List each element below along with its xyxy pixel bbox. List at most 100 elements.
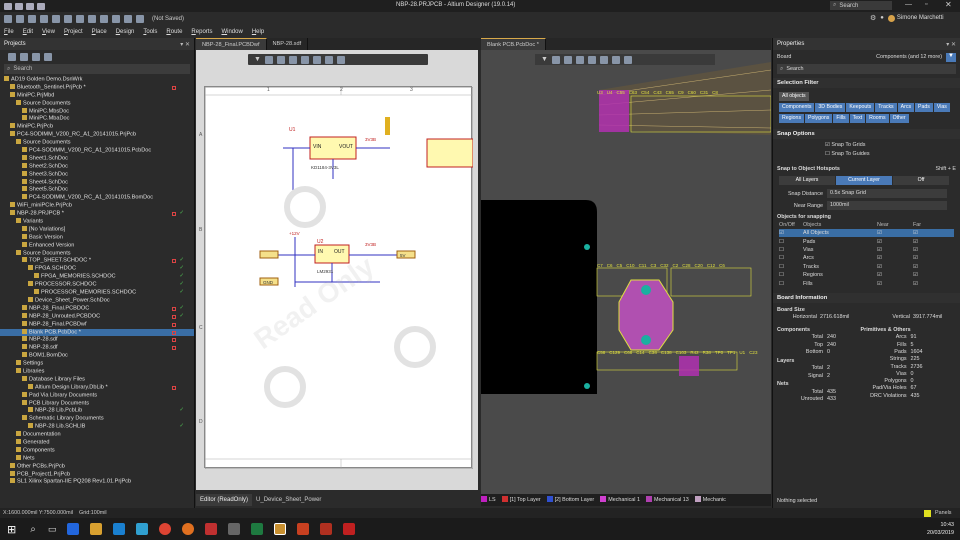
tree-item[interactable]: Schematic Library Documents	[0, 415, 194, 423]
tree-item[interactable]: MiniPC.PrjMbd	[0, 91, 194, 100]
near-checkbox[interactable]: ☑	[877, 281, 913, 287]
cut-icon[interactable]	[64, 14, 72, 23]
object-row[interactable]: ☐ Vias ☑ ☑	[779, 246, 954, 254]
tab-blank-pcb[interactable]: Blank PCB.PcbDoc *	[481, 38, 546, 50]
layer-tab[interactable]: Mechanic	[694, 494, 726, 506]
maximize-button[interactable]: ▫	[925, 1, 927, 8]
tree-item[interactable]: Nets	[0, 454, 194, 463]
sheet-doc-tab[interactable]: U_Device_Sheet_Power	[252, 497, 325, 503]
filter-icon[interactable]: ▼	[254, 56, 261, 63]
tree-item[interactable]: Source Documents	[0, 99, 194, 108]
filter-fills-button[interactable]: Fills	[833, 114, 849, 123]
menu-edit[interactable]: Edit	[23, 29, 33, 35]
tree-item[interactable]: Bluetooth_Sentinel.PrjPcb *	[0, 83, 194, 92]
firefox-icon[interactable]	[182, 523, 195, 535]
filter-vias-button[interactable]: Vias	[933, 103, 950, 112]
tree-item[interactable]: BOM1.BomDoc	[0, 352, 194, 360]
menu-tools[interactable]: Tools	[143, 29, 157, 35]
skype-icon[interactable]	[136, 523, 149, 535]
open-icon[interactable]	[26, 2, 34, 10]
save-icon[interactable]	[28, 14, 36, 23]
snap-options-section[interactable]: Snap Options	[773, 129, 960, 139]
filter-icon[interactable]: ▼	[946, 52, 956, 62]
select-icon[interactable]	[563, 55, 572, 64]
tree-item[interactable]: PCB_Project1.PrjPcb	[0, 470, 194, 479]
tree-item[interactable]: PC4-SODIMM_V200_RC_A1_20141015.BomDoc	[0, 194, 194, 202]
bell-icon[interactable]: ●	[880, 15, 884, 21]
tree-item[interactable]: Database Library Files	[0, 375, 194, 384]
filter-rooms-button[interactable]: Rooms	[866, 114, 889, 123]
tree-item[interactable]: NBP-28 Lib.SCHLIB ✓	[0, 423, 194, 431]
title-search[interactable]: ⌕ Search	[830, 1, 892, 10]
layer-tab[interactable]: [1] Top Layer	[501, 494, 541, 506]
search-icon[interactable]: ⌕	[30, 524, 36, 535]
tree-item[interactable]: Sheet1.SchDoc	[0, 154, 194, 163]
redo-icon[interactable]	[136, 14, 144, 23]
tree-item[interactable]: PROCESSOR.SCHDOC ✓	[0, 281, 194, 289]
settings-icon[interactable]	[44, 53, 52, 61]
move-icon[interactable]	[264, 55, 273, 64]
layer-tab[interactable]: Mechanical 13	[646, 494, 689, 506]
tree-item[interactable]: PC4-SODIMM_V200_RC_A1_20141015.PcbDoc	[0, 147, 194, 155]
far-checkbox[interactable]: ☑	[913, 247, 918, 253]
clock[interactable]: 10:43 20/03/2019	[920, 521, 954, 537]
paste-icon[interactable]	[88, 14, 96, 23]
object-row[interactable]: ☑ All Objects ☑ ☑	[779, 229, 954, 238]
near-checkbox[interactable]: ☑	[877, 255, 913, 261]
new-icon[interactable]	[4, 14, 12, 23]
save-all-icon[interactable]	[15, 2, 23, 10]
tree-item[interactable]: Pad Via Library Documents	[0, 391, 194, 400]
filter-tracks-button[interactable]: Tracks	[875, 103, 897, 112]
tree-item[interactable]: NBP-28_Unrouted.PCBDOC ✓	[0, 312, 194, 321]
workspace-icon[interactable]	[8, 53, 16, 61]
tree-item[interactable]: FPGA.SCHDOC ✓	[0, 265, 194, 273]
tree-item[interactable]: Source Documents	[0, 139, 194, 147]
all-objects-button[interactable]: All objects	[779, 92, 809, 101]
filter-polygons-button[interactable]: Polygons	[805, 114, 833, 123]
snap-distance-select[interactable]: 0.5x Snap Grid	[827, 189, 947, 198]
near-checkbox[interactable]: ☑	[877, 247, 913, 253]
print-icon[interactable]	[40, 14, 48, 23]
compile-icon[interactable]	[32, 53, 40, 61]
selection-filter-section[interactable]: Selection Filter	[773, 78, 960, 88]
select-icon[interactable]	[100, 14, 108, 23]
port-icon[interactable]	[324, 55, 333, 64]
tree-item[interactable]: Other PCBs.PrjPcb	[0, 462, 194, 471]
menu-project[interactable]: Project	[64, 29, 83, 35]
via-icon[interactable]	[587, 55, 596, 64]
tree-item[interactable]: Generated	[0, 438, 194, 447]
windows-start-icon[interactable]: ⊞	[7, 523, 16, 536]
route-icon[interactable]	[551, 55, 560, 64]
hotspot-off-tab[interactable]: Off	[893, 176, 949, 185]
folder-icon[interactable]	[90, 523, 103, 535]
filter-other-button[interactable]: Other	[889, 114, 909, 123]
task-view-icon[interactable]: ▭	[48, 524, 57, 535]
snap-grids-checkbox[interactable]: ☑ Snap To Grids	[825, 142, 960, 151]
tree-item[interactable]: PCB Library Documents	[0, 399, 194, 408]
tree-item[interactable]: Documentation	[0, 431, 194, 439]
onoff-checkbox[interactable]: ☐	[779, 247, 803, 253]
menu-view[interactable]: View	[42, 29, 55, 35]
tree-item[interactable]: Sheet3.SchDoc	[0, 170, 194, 179]
text-icon[interactable]	[336, 55, 345, 64]
far-checkbox[interactable]: ☑	[913, 281, 918, 287]
properties-search[interactable]: ⌕ Search	[777, 64, 956, 74]
tree-item[interactable]: Components	[0, 446, 194, 455]
align-icon[interactable]	[575, 55, 584, 64]
onoff-checkbox[interactable]: ☑	[779, 230, 803, 236]
tree-item[interactable]: Device_Sheet_Power.SchDoc	[0, 296, 194, 305]
tree-item[interactable]: Sheet2.SchDoc	[0, 162, 194, 171]
altium-icon[interactable]	[274, 523, 287, 535]
tree-item[interactable]: MiniPC.PrjPcb	[0, 123, 194, 131]
open-icon[interactable]	[16, 14, 24, 23]
menu-help[interactable]: Help	[252, 29, 264, 35]
filter-pads-button[interactable]: Pads	[915, 103, 933, 112]
near-checkbox[interactable]: ☑	[877, 230, 913, 236]
doc-tab[interactable]: NBP-28.sdf	[267, 38, 309, 50]
undo-icon[interactable]	[37, 2, 45, 10]
save-icon[interactable]	[4, 2, 12, 10]
snap-guides-checkbox[interactable]: ☐ Snap To Guides	[825, 151, 960, 160]
filter-text-button[interactable]: Text	[849, 114, 866, 123]
tree-item[interactable]: Blank PCB.PcbDoc *	[0, 328, 194, 337]
board-info-section[interactable]: Board Information	[773, 292, 960, 303]
